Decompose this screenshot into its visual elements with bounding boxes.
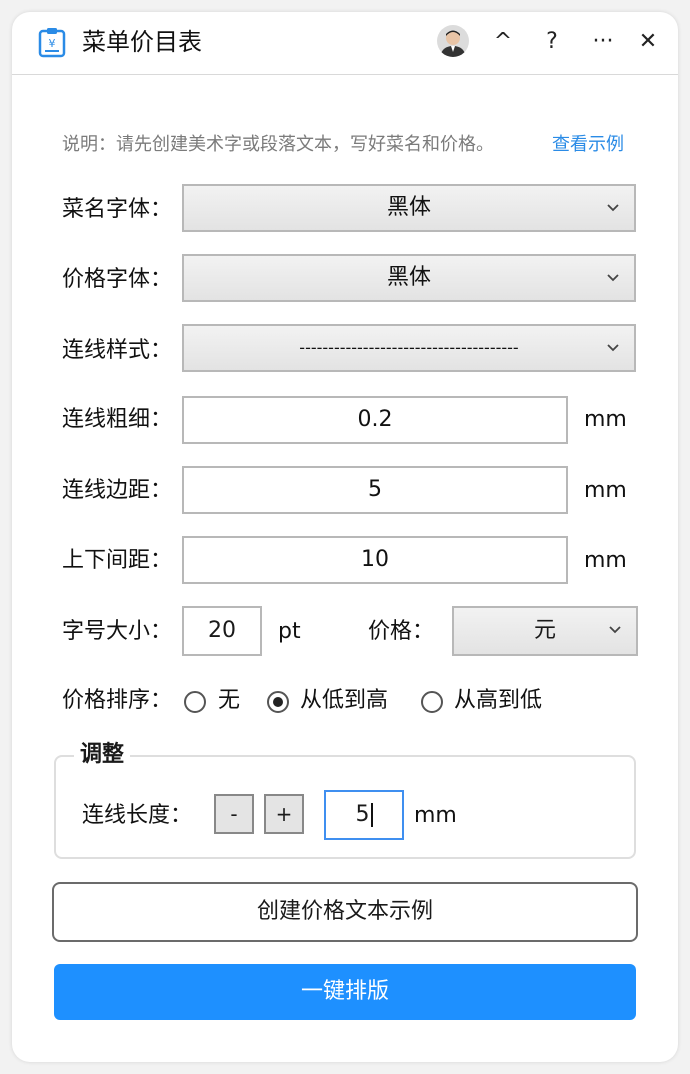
more-options-button[interactable]: ··· (587, 26, 619, 58)
line-style-label: 连线样式： (62, 338, 173, 363)
svg-text:¥: ¥ (49, 37, 56, 50)
instruction-text: 说明：请先创建美术字或段落文本，写好菜名和价格。 (62, 134, 494, 155)
line-margin-input[interactable]: 5 (182, 466, 568, 514)
sort-none-label[interactable]: 无 (218, 686, 240, 716)
sort-descending-label[interactable]: 从高到低 (454, 686, 542, 716)
app-title: 菜单价目表 (82, 28, 202, 56)
price-sort-label: 价格排序： (62, 688, 173, 713)
line-length-input[interactable]: 5 (324, 790, 404, 840)
line-length-label: 连线长度： (82, 803, 193, 828)
price-font-value: 黑体 (386, 265, 431, 290)
price-font-select[interactable]: 黑体 (182, 254, 636, 302)
decrease-length-button[interactable]: - (214, 794, 254, 834)
font-size-unit: pt (278, 619, 301, 644)
collapse-button[interactable]: ^ (487, 26, 519, 58)
price-unit-select[interactable]: 元 (452, 606, 638, 656)
sort-ascending-radio[interactable] (267, 691, 289, 713)
help-button[interactable]: ? (536, 26, 568, 58)
vertical-spacing-input[interactable]: 10 (182, 536, 568, 584)
line-style-select[interactable]: -------------------------------------- (182, 324, 636, 372)
font-size-label: 字号大小： (62, 619, 173, 644)
increase-length-button[interactable]: + (264, 794, 304, 834)
line-length-value: 5 (355, 802, 370, 827)
line-margin-label: 连线边距： (62, 478, 173, 503)
view-example-link[interactable]: 查看示例 (552, 130, 624, 156)
sort-ascending-label[interactable]: 从低到高 (300, 686, 388, 716)
adjust-group-title: 调整 (74, 740, 131, 770)
sort-none-radio[interactable] (184, 691, 206, 713)
dish-font-label: 菜名字体： (62, 197, 173, 222)
menu-price-icon: ¥ (38, 28, 66, 58)
price-unit-value: 元 (533, 618, 556, 643)
header-bar: ¥ 菜单价目表 ^ ? ··· ✕ (12, 12, 678, 75)
sort-descending-radio[interactable] (421, 691, 443, 713)
close-button[interactable]: ✕ (632, 26, 664, 58)
dish-font-select[interactable]: 黑体 (182, 184, 636, 232)
chevron-down-icon (607, 204, 619, 212)
line-width-label: 连线粗细： (62, 407, 173, 432)
line-length-unit: mm (414, 803, 457, 828)
price-font-label: 价格字体： (62, 267, 173, 292)
dish-font-value: 黑体 (386, 195, 431, 220)
chevron-down-icon (609, 626, 621, 634)
font-size-input[interactable]: 20 (182, 606, 262, 656)
vertical-spacing-label: 上下间距： (62, 548, 173, 573)
line-width-input[interactable]: 0.2 (182, 396, 568, 444)
avatar[interactable] (437, 25, 469, 57)
line-style-value: -------------------------------------- (299, 338, 519, 357)
chevron-down-icon (607, 344, 619, 352)
chevron-down-icon (607, 274, 619, 282)
text-caret (370, 803, 373, 827)
vertical-spacing-unit: mm (584, 548, 627, 573)
create-example-button[interactable]: 创建价格文本示例 (52, 882, 638, 942)
line-width-unit: mm (584, 407, 627, 432)
line-margin-unit: mm (584, 478, 627, 503)
one-click-layout-button[interactable]: 一键排版 (54, 964, 636, 1020)
plugin-panel: ¥ 菜单价目表 ^ ? ··· ✕ 说明：请先创建美术字或段落文本，写好菜名和价… (12, 12, 678, 1062)
price-unit-label: 价格： (368, 619, 435, 644)
